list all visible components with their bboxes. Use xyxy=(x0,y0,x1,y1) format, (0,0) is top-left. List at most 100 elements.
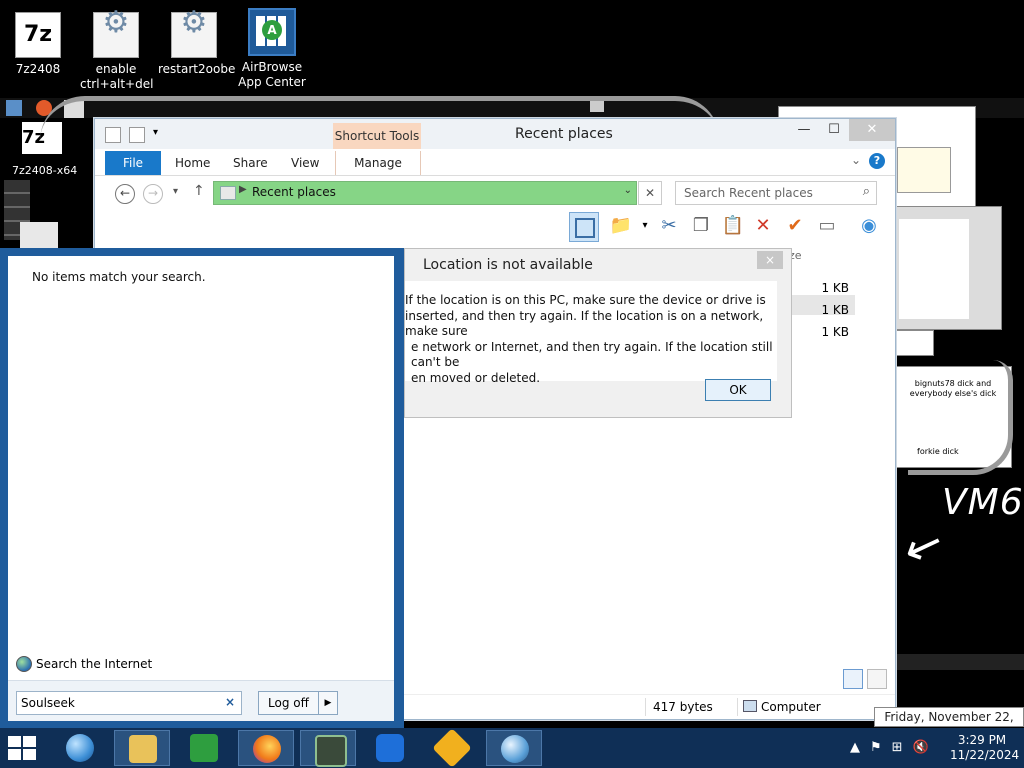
properties-icon[interactable] xyxy=(105,127,121,143)
clock-time: 3:29 PM xyxy=(957,733,1007,747)
copy-icon[interactable]: ❐ xyxy=(689,214,713,238)
desktop-icon-enable-ctrl-alt-del[interactable]: enable ctrl+alt+del xyxy=(80,12,153,92)
taskbar-file-explorer[interactable] xyxy=(114,730,170,766)
cut-icon[interactable]: ✂ xyxy=(657,214,681,238)
joystick-icon xyxy=(432,728,472,768)
action-center-flag-icon[interactable]: ⚑ xyxy=(870,740,882,755)
volume-muted-icon[interactable]: 🔇 xyxy=(913,740,929,755)
delete-icon[interactable]: ✕ xyxy=(751,214,775,238)
globe-icon xyxy=(16,656,32,672)
qat-dropdown-icon[interactable]: ▾ xyxy=(153,127,167,141)
size-column: 1 KB 1 KB 1 KB xyxy=(815,277,849,343)
desktop-icon-label: restart2oobe xyxy=(158,62,236,76)
taskbar-store[interactable] xyxy=(176,730,232,766)
window-title: Recent places xyxy=(515,126,613,142)
date-tooltip: Friday, November 22, 2024 xyxy=(874,707,1024,742)
tab-share[interactable]: Share xyxy=(233,151,268,175)
gear-icon xyxy=(171,12,217,58)
background-mini-taskbar xyxy=(896,654,1024,670)
large-icons-view-icon[interactable] xyxy=(867,669,887,689)
toolbar-dropdown-icon[interactable]: ▾ xyxy=(633,214,657,238)
properties-button-icon[interactable]: ▭ xyxy=(815,214,839,238)
search-internet-link[interactable]: Search the Internet xyxy=(16,656,152,672)
status-bytes: 417 bytes xyxy=(653,700,713,714)
taskbar-ie-globe[interactable] xyxy=(486,730,542,766)
search-box[interactable]: Search Recent places ⌕ xyxy=(675,181,877,205)
network-icon[interactable]: ⊞ xyxy=(892,740,903,755)
start-button-windows-icon[interactable] xyxy=(8,736,38,762)
start-menu-footer: Soulseek × Log off ▶ xyxy=(8,680,394,721)
shutdown-options-chevron-icon[interactable]: ▶ xyxy=(318,692,337,714)
layout-pane-button[interactable] xyxy=(569,212,599,242)
tab-view[interactable]: View xyxy=(291,151,319,175)
recent-locations-icon[interactable]: ▾ xyxy=(173,186,178,197)
paste-icon[interactable]: 📋 xyxy=(721,214,745,238)
ribbon-tabs: File Home Share View Manage ⌄ ? xyxy=(95,149,895,176)
address-bar[interactable]: ▶ Recent places ⌄ xyxy=(213,181,637,205)
ok-button[interactable]: OK xyxy=(705,379,771,401)
clock-date: 11/22/2024 xyxy=(950,748,1020,762)
desktop-icon-airbrowse[interactable]: AirBrowse App Center xyxy=(236,8,308,90)
taskbar-internet-explorer[interactable] xyxy=(52,730,108,766)
ribbon-expand-icon[interactable]: ⌄ xyxy=(851,153,861,167)
show-hidden-icons-icon[interactable]: ▲ xyxy=(850,740,860,755)
new-folder-icon[interactable] xyxy=(129,127,145,143)
taskbar-clock[interactable]: 3:29 PM 11/22/2024 xyxy=(950,733,1020,763)
gear-icon xyxy=(93,12,139,58)
details-view-icon[interactable] xyxy=(843,669,863,689)
shell-icon[interactable]: ◉ xyxy=(857,214,881,238)
new-folder-button[interactable]: 📁 xyxy=(609,214,633,238)
taskbar-teamviewer[interactable] xyxy=(362,730,418,766)
quick-access-toolbar: ▾ xyxy=(105,127,167,143)
tab-home[interactable]: Home xyxy=(175,151,210,175)
taskbar-task-manager[interactable] xyxy=(300,730,356,767)
status-divider xyxy=(645,698,646,716)
desktop-icon-restart2oobe[interactable]: restart2oobe xyxy=(158,12,236,77)
scribble-arrow: ↗ xyxy=(895,517,951,581)
status-location: Computer xyxy=(761,700,821,714)
close-button[interactable]: ✕ xyxy=(849,119,895,141)
start-menu-panel: No items match your search. Search the I… xyxy=(8,256,394,721)
breadcrumb-chevron-icon[interactable]: ▶ xyxy=(239,184,247,195)
command-toolbar: 📁 ▾ ✂ ❐ 📋 ✕ ✔ ▭ ◉ xyxy=(95,210,895,242)
tab-manage[interactable]: Manage xyxy=(335,151,421,175)
dialog-close-button[interactable]: × xyxy=(757,251,783,269)
start-menu[interactable]: No items match your search. Search the I… xyxy=(0,248,404,728)
rename-check-icon[interactable]: ✔ xyxy=(783,214,807,238)
forward-button[interactable]: → xyxy=(143,184,163,204)
file-size: 1 KB xyxy=(821,303,849,317)
maximize-button[interactable]: ☐ xyxy=(819,119,849,141)
scribble-vm6: VM6 xyxy=(942,482,1024,523)
taskbar-yellow-app[interactable] xyxy=(424,728,480,768)
dialog-title: Location is not available xyxy=(423,257,593,273)
up-button[interactable]: ↑ xyxy=(193,183,205,199)
store-icon xyxy=(190,734,218,762)
background-paper-window xyxy=(896,330,934,356)
desktop-icon-7z2408[interactable]: 7z 7z2408 xyxy=(2,12,74,77)
taskbar-firefox[interactable] xyxy=(238,730,294,766)
log-off-button[interactable]: Log off ▶ xyxy=(258,691,338,715)
airbrowse-icon xyxy=(248,8,296,56)
start-search-input[interactable]: Soulseek × xyxy=(16,691,242,715)
clear-search-icon[interactable]: × xyxy=(225,695,235,709)
computer-icon xyxy=(743,700,757,712)
minimize-button[interactable]: — xyxy=(789,119,819,141)
search-internet-label: Search the Internet xyxy=(36,657,153,671)
explorer-titlebar[interactable]: ▾ Shortcut Tools Recent places — ☐ ✕ xyxy=(95,119,895,149)
back-button[interactable]: ← xyxy=(115,184,135,204)
navigation-bar: ← → ▾ ↑ ▶ Recent places ⌄ ✕ Search Recen… xyxy=(95,176,895,210)
address-dropdown-icon[interactable]: ⌄ xyxy=(624,185,632,196)
desktop-gear-icon xyxy=(20,222,58,248)
task-manager-icon xyxy=(315,735,347,767)
location-not-available-dialog[interactable]: Location is not available × If the locat… xyxy=(404,248,792,418)
firefox-icon xyxy=(253,735,281,763)
tab-file[interactable]: File xyxy=(105,151,161,175)
taskbar: ▲ ⚑ ⊞ 🔇 3:29 PM 11/22/2024 xyxy=(0,728,1024,768)
background-drawing-window xyxy=(896,206,1002,330)
background-thumbnail xyxy=(6,100,22,116)
drawing-canvas xyxy=(899,219,969,319)
search-icon: ⌕ xyxy=(862,184,870,199)
address-clear-button[interactable]: ✕ xyxy=(638,181,662,205)
dialog-message-line: inserted, and then try again. If the loc… xyxy=(405,308,764,339)
help-icon[interactable]: ? xyxy=(869,153,885,169)
